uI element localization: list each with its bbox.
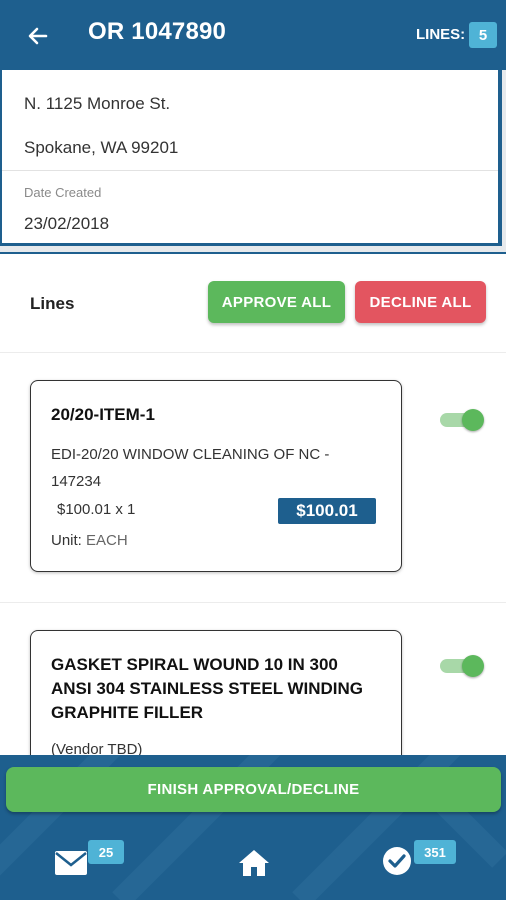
decline-all-button[interactable]: DECLINE ALL bbox=[355, 281, 486, 323]
back-button[interactable] bbox=[22, 20, 54, 52]
date-created-value: 23/02/2018 bbox=[24, 214, 110, 233]
lines-count-badge: 5 bbox=[469, 22, 497, 48]
scroll-content[interactable]: N. 1125 Monroe St. Spokane, WA 99201 Dat… bbox=[0, 70, 506, 755]
mail-count-badge: 25 bbox=[88, 840, 124, 864]
item-description: (Vendor TBD) bbox=[51, 741, 143, 755]
check-circle-icon bbox=[383, 847, 411, 875]
home-icon bbox=[239, 850, 269, 876]
unit-value: EACH bbox=[86, 532, 128, 549]
toggle-knob bbox=[462, 655, 484, 677]
line-item-card[interactable]: 20/20-ITEM-1 EDI-20/20 WINDOW CLEANING O… bbox=[30, 380, 402, 572]
approve-all-button[interactable]: APPROVE ALL bbox=[208, 281, 345, 323]
item-title: GASKET SPIRAL WOUND 10 IN 300 ANSI 304 S… bbox=[51, 655, 364, 722]
unit-label: Unit: bbox=[51, 532, 82, 549]
lines-panel: Lines APPROVE ALL DECLINE ALL 20/20-ITEM… bbox=[0, 252, 506, 755]
nav-approvals[interactable] bbox=[382, 846, 412, 876]
address-line-2: Spokane, WA 99201 bbox=[24, 138, 179, 157]
lines-count-label: LINES: bbox=[416, 26, 466, 43]
item-unit: Unit: EACH bbox=[51, 532, 128, 549]
approvals-count-badge: 351 bbox=[414, 840, 456, 864]
nav-mail[interactable] bbox=[54, 850, 88, 876]
line-item-card[interactable]: GASKET SPIRAL WOUND 10 IN 300 ANSI 304 S… bbox=[30, 630, 402, 755]
finish-approval-button[interactable]: FINISH APPROVAL/DECLINE bbox=[6, 767, 501, 812]
item-description: EDI-20/20 WINDOW CLEANING OF NC - 147234 bbox=[51, 446, 330, 490]
app-header: OR 1047890 LINES: 5 bbox=[0, 0, 506, 70]
item-total-badge: $100.01 bbox=[278, 498, 376, 524]
divider bbox=[0, 352, 506, 353]
divider bbox=[0, 602, 506, 603]
mail-icon bbox=[55, 851, 87, 875]
address-card: N. 1125 Monroe St. Spokane, WA 99201 Dat… bbox=[0, 70, 502, 246]
bottom-nav: 25 351 bbox=[0, 815, 506, 900]
toggle-knob bbox=[462, 409, 484, 431]
approve-toggle[interactable] bbox=[440, 655, 484, 677]
item-price-calc: $100.01 x 1 bbox=[57, 501, 136, 518]
page-title: OR 1047890 bbox=[88, 18, 227, 45]
back-arrow-icon bbox=[28, 27, 48, 45]
date-created-label: Date Created bbox=[24, 185, 102, 200]
nav-home[interactable] bbox=[238, 848, 270, 878]
approve-toggle[interactable] bbox=[440, 409, 484, 431]
divider bbox=[2, 170, 498, 171]
item-title: 20/20-ITEM-1 bbox=[51, 405, 155, 424]
lines-label: Lines bbox=[30, 294, 75, 313]
address-line-1: N. 1125 Monroe St. bbox=[24, 94, 171, 113]
